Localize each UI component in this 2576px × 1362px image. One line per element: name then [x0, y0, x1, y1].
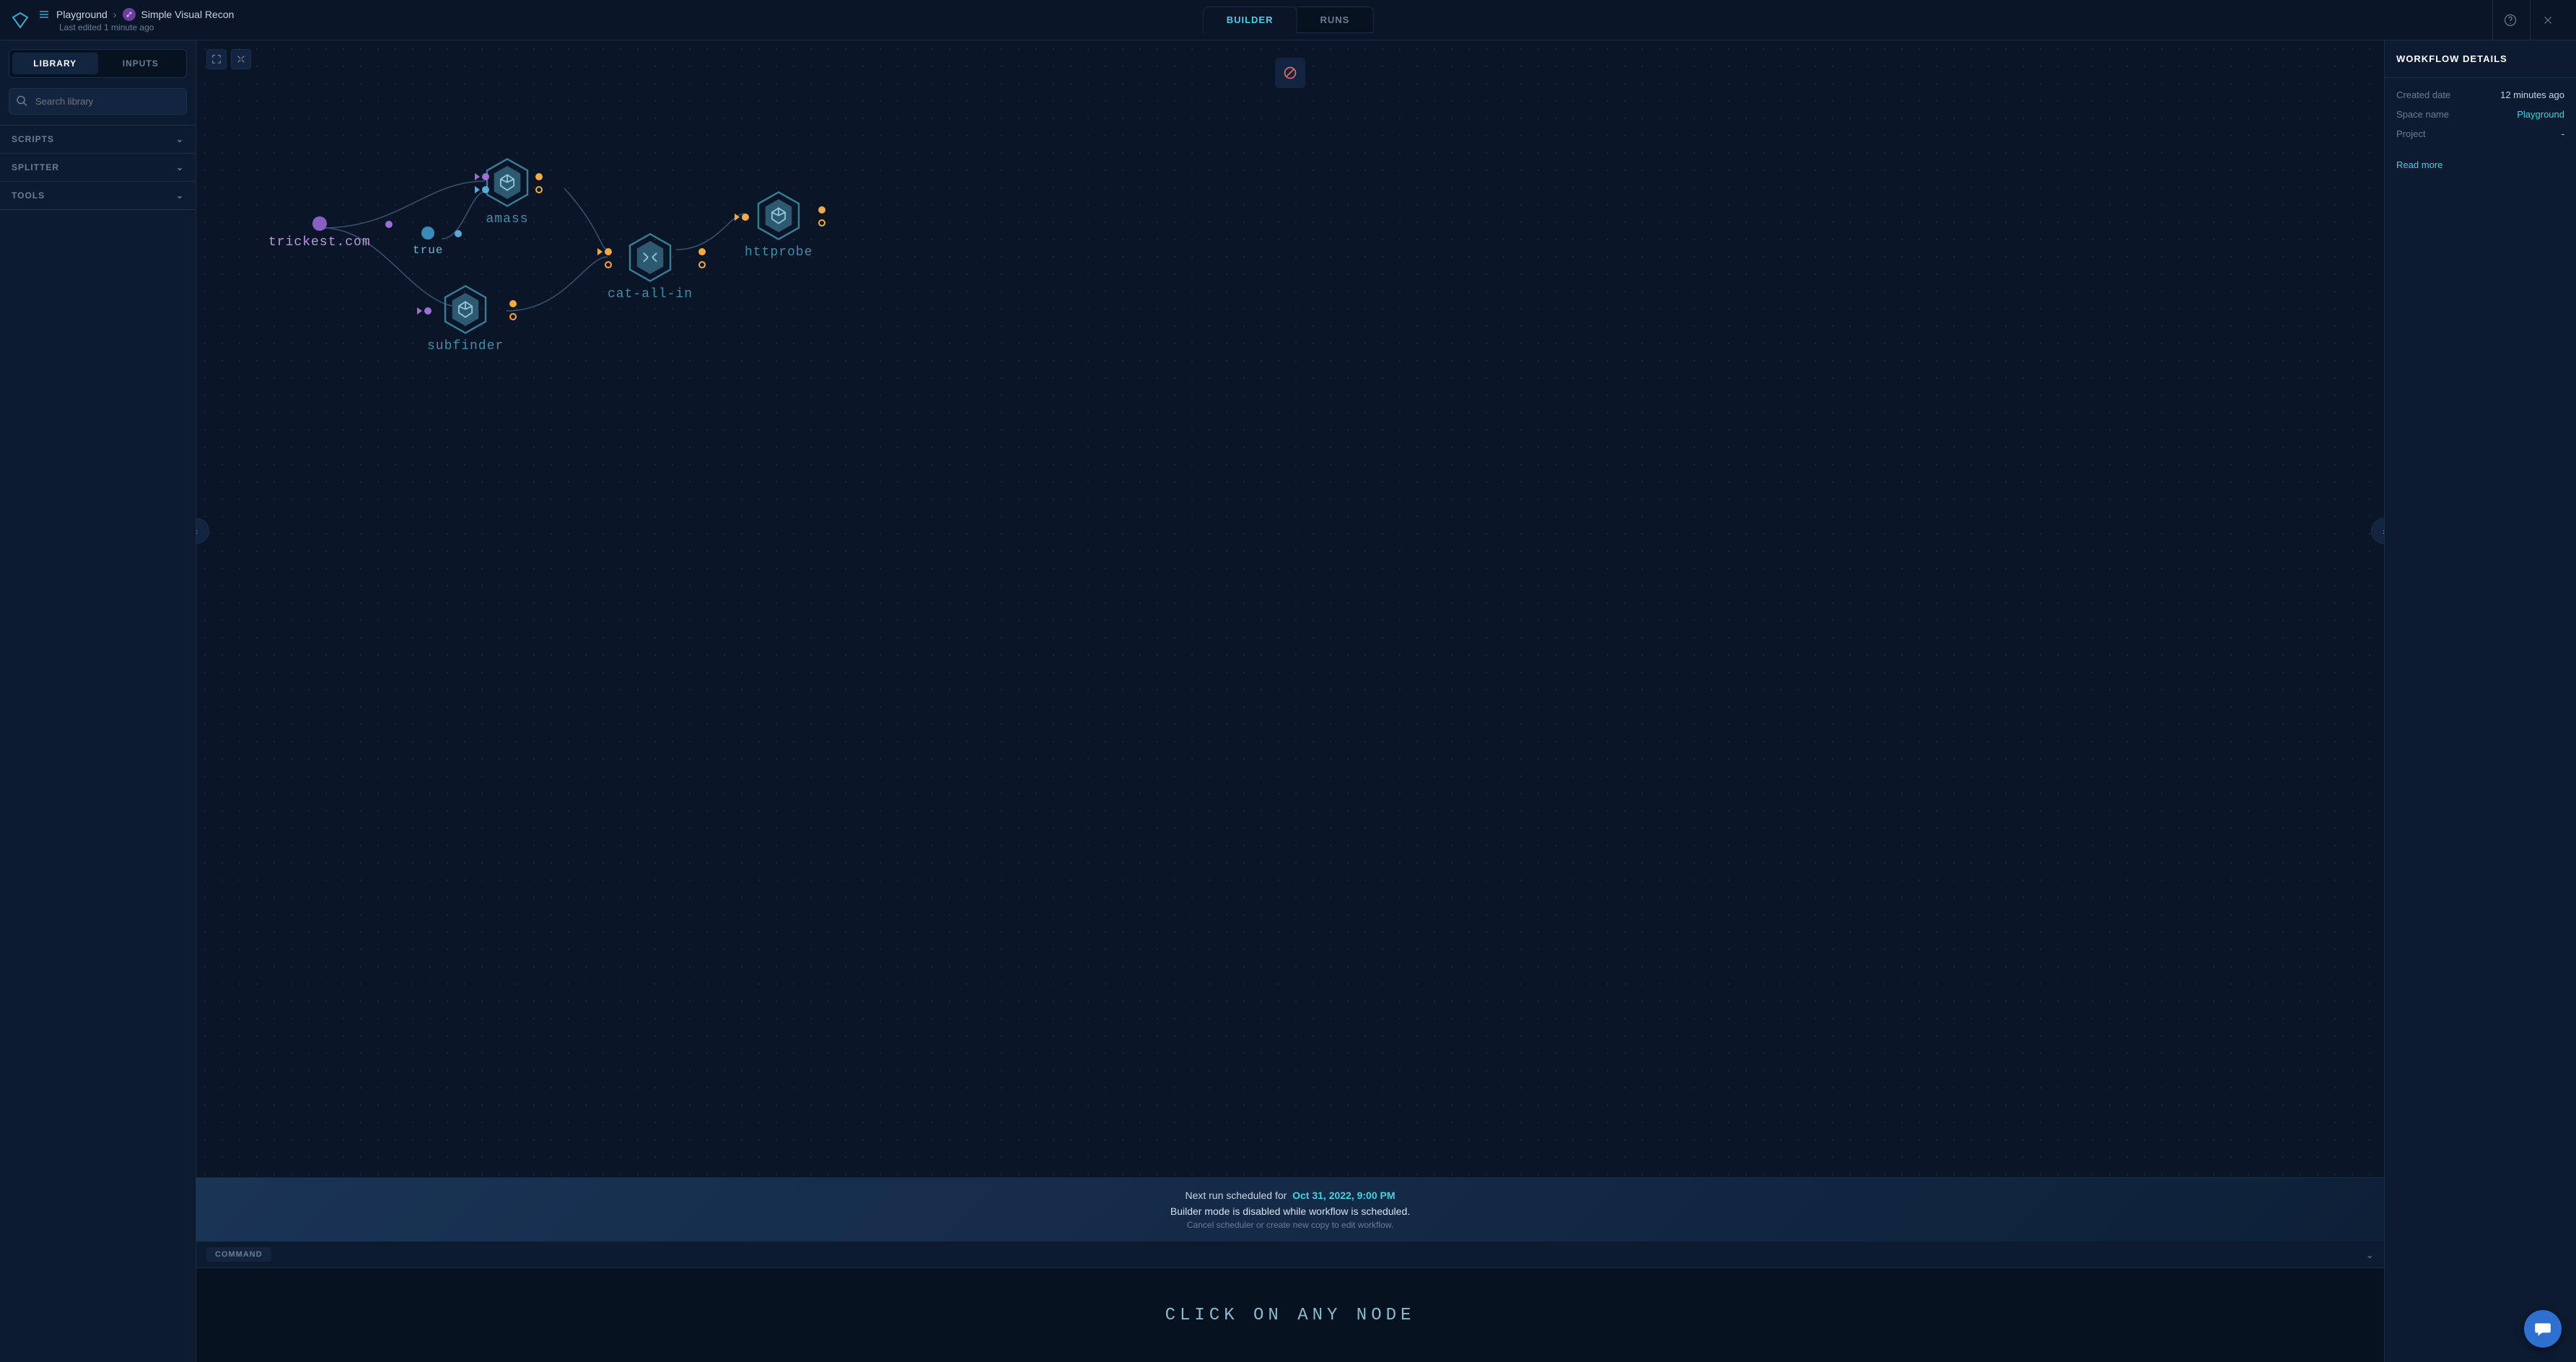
search-library-input[interactable]: [9, 88, 187, 115]
node-label: true: [413, 244, 443, 257]
project-value: -: [2562, 128, 2564, 139]
node-cat-all-in[interactable]: cat-all-in: [608, 232, 693, 302]
source-dot-icon: [421, 227, 434, 240]
command-label: COMMAND: [206, 1247, 271, 1262]
canvas-nav-right[interactable]: ›: [2371, 518, 2384, 544]
section-tools[interactable]: TOOLS ⌄: [0, 182, 196, 210]
output-port[interactable]: [509, 313, 517, 320]
hexagon-icon: [485, 157, 530, 208]
node-label: subfinder: [427, 339, 504, 353]
input-port[interactable]: [605, 261, 612, 268]
search-icon: [16, 95, 27, 108]
node-label: httprobe: [745, 245, 812, 260]
project-label: Project: [2396, 128, 2425, 139]
library-tabs: LIBRARY INPUTS: [9, 49, 187, 78]
node-source-domain[interactable]: trickest.com: [268, 216, 371, 250]
input-port[interactable]: [475, 173, 480, 180]
chevron-down-icon: ⌄: [176, 190, 184, 201]
workflow-canvas[interactable]: ‹ › trickest.com: [196, 40, 2384, 1177]
breadcrumb: Playground › Simple Visual Recon Last ed…: [38, 8, 234, 32]
chat-fab[interactable]: [2524, 1310, 2562, 1348]
created-date-label: Created date: [2396, 89, 2450, 100]
output-port[interactable]: [698, 248, 706, 255]
node-source-true[interactable]: true: [413, 227, 443, 257]
builder-hint-message: Cancel scheduler or create new copy to e…: [208, 1220, 2373, 1230]
details-panel: WORKFLOW DETAILS Created date 12 minutes…: [2384, 40, 2576, 1362]
next-run-label: Next run scheduled for: [1185, 1190, 1287, 1201]
input-port[interactable]: [417, 307, 422, 315]
chevron-down-icon: ⌄: [176, 162, 184, 172]
main-tabs: BUILDER RUNS: [1203, 6, 1374, 33]
input-port[interactable]: [605, 248, 612, 255]
space-name-label: Space name: [2396, 109, 2449, 120]
output-port[interactable]: [535, 186, 543, 193]
output-port[interactable]: [698, 261, 706, 268]
input-port[interactable]: [597, 248, 603, 255]
breadcrumb-space[interactable]: Playground: [56, 9, 108, 20]
output-port[interactable]: [818, 206, 825, 214]
created-date-value: 12 minutes ago: [2500, 89, 2564, 100]
help-icon[interactable]: [2492, 0, 2527, 40]
node-subfinder[interactable]: subfinder: [427, 284, 504, 353]
section-scripts-label: SCRIPTS: [12, 134, 54, 144]
close-icon[interactable]: [2530, 0, 2564, 40]
input-port[interactable]: [482, 173, 489, 180]
chevron-down-icon: ⌄: [176, 134, 184, 144]
section-splitter[interactable]: SPLITTER ⌄: [0, 154, 196, 182]
read-more-link[interactable]: Read more: [2396, 159, 2564, 170]
breadcrumb-separator: ›: [113, 9, 117, 20]
workflow-badge-icon: [123, 8, 136, 21]
output-port[interactable]: [385, 221, 393, 228]
details-title: WORKFLOW DETAILS: [2385, 40, 2576, 78]
next-run-date: Oct 31, 2022, 9:00 PM: [1292, 1190, 1395, 1201]
library-sidebar: LIBRARY INPUTS SCRIPTS ⌄ SPLITTER ⌄: [0, 40, 196, 1362]
command-panel-body: CLICK ON ANY NODE: [196, 1268, 2384, 1362]
input-port[interactable]: [742, 214, 749, 221]
output-port[interactable]: [818, 219, 825, 227]
command-placeholder: CLICK ON ANY NODE: [1165, 1306, 1416, 1325]
disabled-indicator-icon: [1275, 58, 1305, 88]
node-label: trickest.com: [268, 235, 371, 250]
node-label: cat-all-in: [608, 287, 693, 302]
output-port[interactable]: [535, 173, 543, 180]
builder-disabled-message: Builder mode is disabled while workflow …: [208, 1205, 2373, 1217]
chevron-down-icon: ⌄: [2365, 1249, 2374, 1261]
input-port[interactable]: [482, 186, 489, 193]
canvas-nav-left[interactable]: ‹: [196, 518, 209, 544]
hexagon-icon: [443, 284, 488, 335]
app-logo[interactable]: [12, 12, 29, 29]
output-port[interactable]: [509, 300, 517, 307]
input-port[interactable]: [475, 186, 480, 193]
tab-runs[interactable]: RUNS: [1297, 6, 1373, 33]
hexagon-icon: [756, 190, 801, 241]
section-splitter-label: SPLITTER: [12, 162, 59, 172]
scheduler-banner: Next run scheduled for Oct 31, 2022, 9:0…: [196, 1177, 2384, 1242]
tab-builder[interactable]: BUILDER: [1203, 6, 1297, 33]
space-name-value[interactable]: Playground: [2517, 109, 2564, 120]
input-port[interactable]: [735, 214, 740, 221]
fit-view-icon[interactable]: [206, 49, 227, 69]
output-port[interactable]: [455, 230, 462, 237]
input-port[interactable]: [424, 307, 431, 315]
library-tab-inputs[interactable]: INPUTS: [98, 53, 184, 74]
section-scripts[interactable]: SCRIPTS ⌄: [0, 126, 196, 154]
breadcrumb-workflow[interactable]: Simple Visual Recon: [141, 9, 235, 20]
expand-icon[interactable]: [231, 49, 251, 69]
last-edited-label: Last edited 1 minute ago: [38, 22, 234, 32]
node-label: amass: [485, 212, 530, 227]
source-dot-icon: [312, 216, 327, 231]
library-tab-library[interactable]: LIBRARY: [12, 53, 98, 74]
topbar: Playground › Simple Visual Recon Last ed…: [0, 0, 2576, 40]
section-tools-label: TOOLS: [12, 190, 45, 201]
node-httprobe[interactable]: httprobe: [745, 190, 812, 260]
canvas-area: ‹ › trickest.com: [196, 40, 2384, 1362]
command-panel-header[interactable]: COMMAND ⌄: [196, 1242, 2384, 1268]
space-icon: [38, 8, 51, 21]
node-amass[interactable]: amass: [485, 157, 530, 227]
hexagon-icon: [628, 232, 673, 283]
